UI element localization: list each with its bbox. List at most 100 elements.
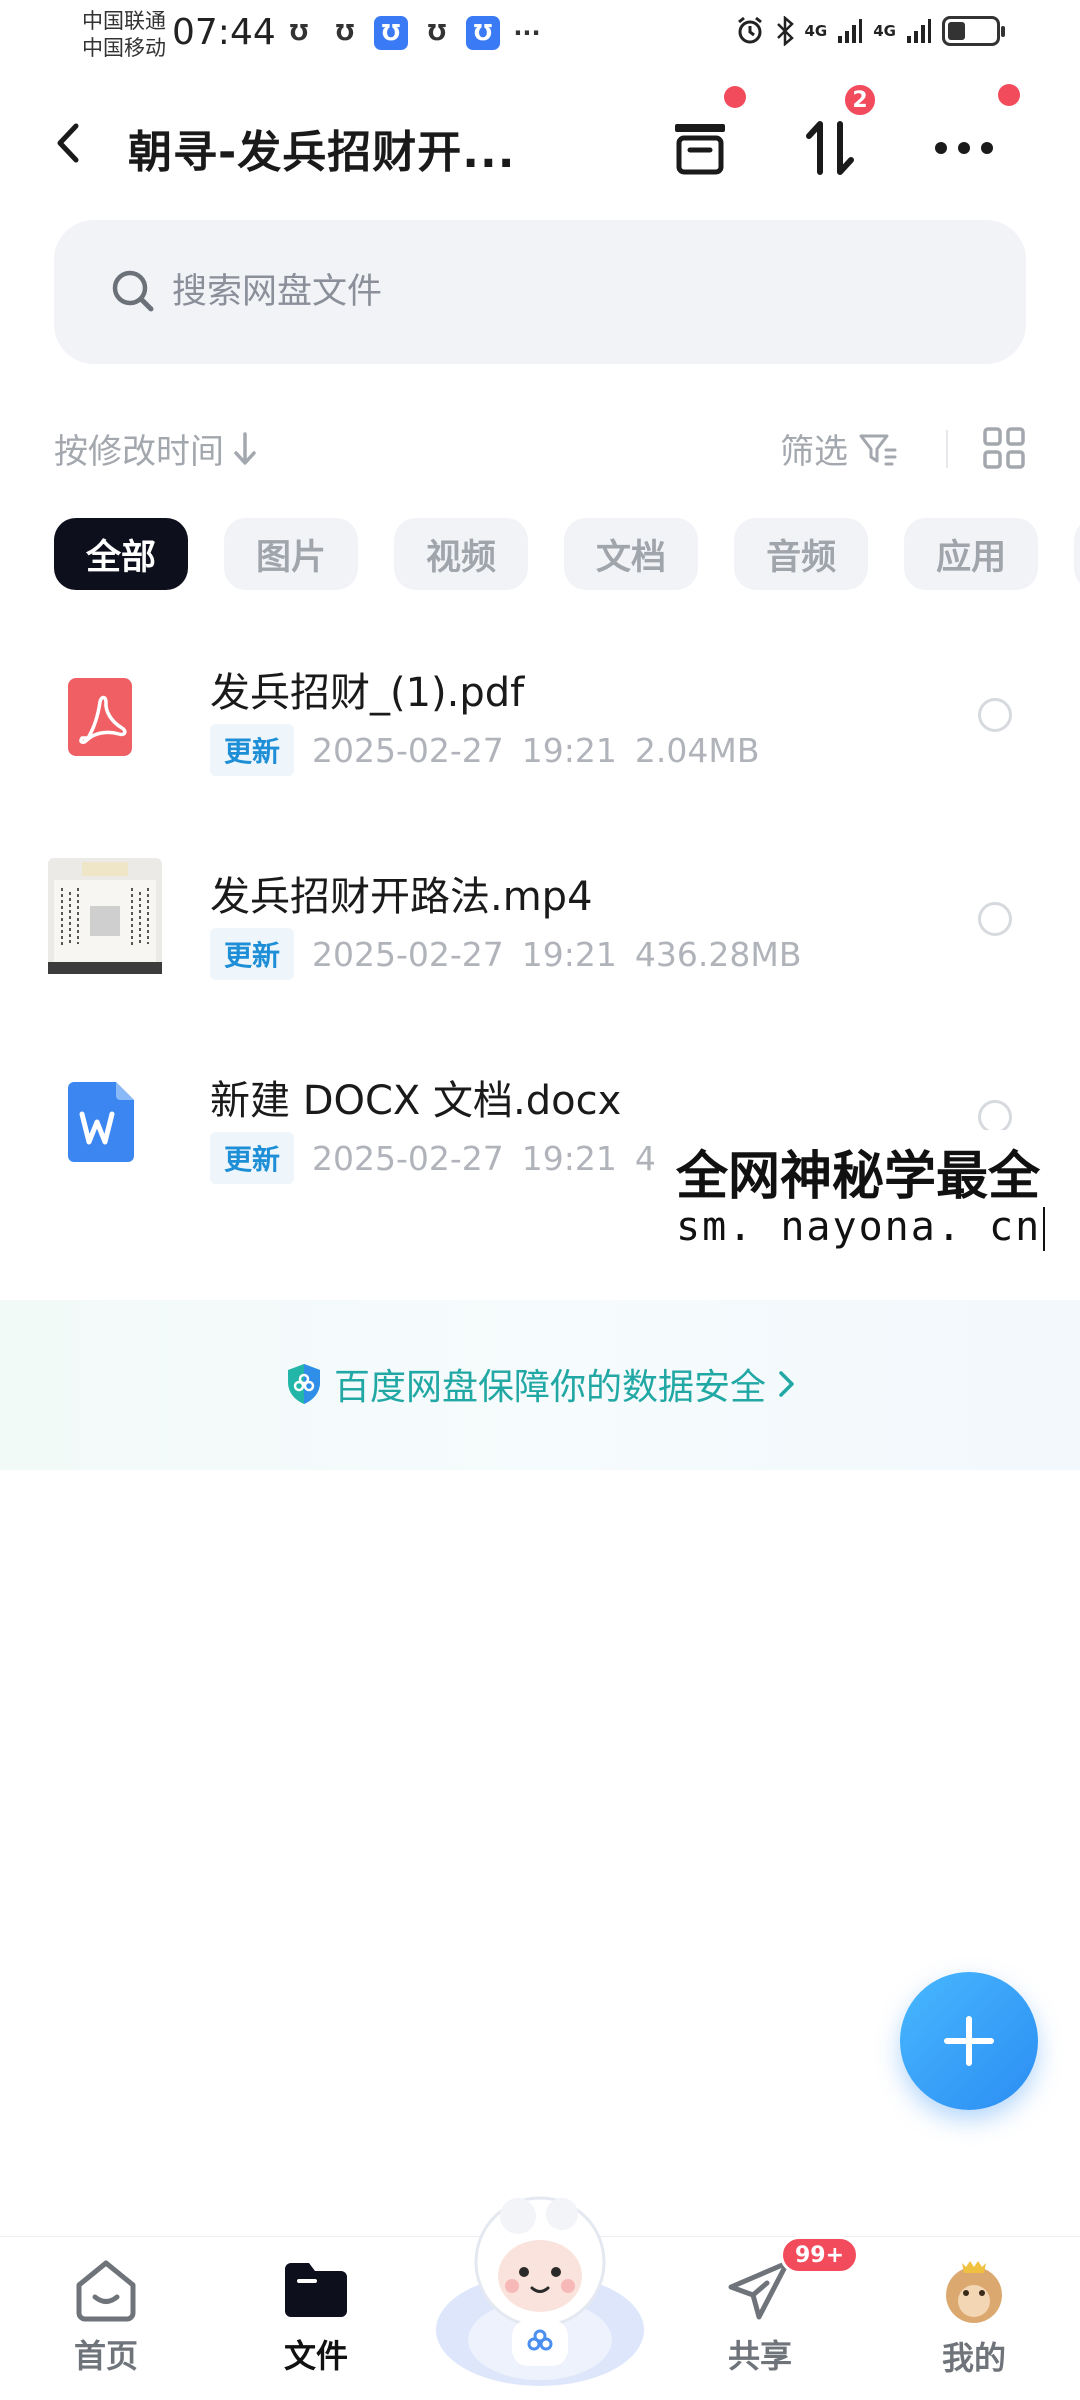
archive-box-icon	[675, 124, 725, 175]
tab-audio[interactable]: 音频	[734, 518, 869, 590]
tab-apps[interactable]: 应用	[904, 518, 1039, 590]
nav-share[interactable]: 共享	[690, 2257, 830, 2377]
back-button[interactable]	[50, 118, 90, 168]
file-row[interactable]: 发兵招财_(1).pdf 更新 2025-02-27 19:21 2.04MB	[0, 640, 1080, 810]
sort-filter-row: 按修改时间 筛选	[0, 420, 1080, 480]
share-count-badge: 99+	[780, 2236, 860, 2274]
tab-images[interactable]: 图片	[224, 518, 359, 590]
archive-red-dot	[724, 86, 746, 108]
transfer-button[interactable]	[790, 108, 870, 188]
filter-label: 筛选	[780, 432, 848, 472]
mascot-icon	[436, 2196, 644, 2386]
file-name: 发兵招财开路法.mp4	[210, 874, 593, 920]
update-tag: 更新	[210, 928, 295, 980]
filter-icon	[859, 434, 897, 465]
signal-2-label: 4G	[873, 22, 896, 40]
home-icon	[76, 2260, 136, 2322]
file-name: 新建 DOCX 文档.docx	[210, 1078, 622, 1124]
alarm-icon	[737, 16, 762, 44]
update-tag: 更新	[210, 1132, 295, 1184]
nav-home[interactable]: 首页	[36, 2257, 176, 2377]
clock: 07:44	[172, 12, 276, 53]
pdf-icon	[66, 676, 138, 764]
search-bar[interactable]	[54, 220, 1026, 364]
chevron-right-icon	[779, 1371, 794, 1397]
shield-icon	[287, 1364, 320, 1404]
watermark-url: sm. nayona. cn	[676, 1204, 1042, 1250]
system-icons: 4G 4G	[735, 16, 1005, 46]
file-date: 2025-02-27	[312, 1138, 504, 1178]
notif-u-icon: ℧	[289, 20, 309, 46]
grid-view-button[interactable]	[982, 426, 1026, 474]
category-tabs: 全部 图片 视频 文档 音频 应用	[54, 518, 1080, 590]
carrier-2: 中国移动	[82, 36, 166, 60]
tab-videos[interactable]: 视频	[394, 518, 529, 590]
nav-home-label: 首页	[73, 2337, 138, 2375]
notif-u-blue-icon: ℧	[374, 16, 408, 50]
mascot-assistant-button[interactable]	[432, 2180, 648, 2390]
file-date: 2025-02-27	[312, 730, 504, 770]
grid-view-icon	[983, 427, 1025, 469]
more-options-button[interactable]	[924, 108, 1004, 188]
file-meta: 更新 2025-02-27 19:21 436.28MB	[210, 928, 802, 980]
status-bar: 中国联通 中国移动 07:44 ℧ ℧ ℧ ℧ ℧ ··· 4G 4G	[0, 0, 1080, 70]
notif-u-blue-icon: ℧	[466, 16, 500, 50]
notification-icons: ℧ ℧ ℧ ℧ ℧ ···	[282, 16, 542, 50]
nav-files[interactable]: 文件	[246, 2257, 386, 2377]
more-dots-icon: ···	[513, 19, 541, 47]
select-radio[interactable]	[978, 1100, 1012, 1134]
nav-share-label: 共享	[727, 2337, 792, 2375]
select-radio[interactable]	[978, 698, 1012, 732]
watermark-line-1: 全网神秘学最全	[676, 1147, 1041, 1207]
watermark-line-2: sm. nayona. cn	[676, 1204, 1046, 1251]
archive-button[interactable]	[660, 108, 740, 188]
nav-mine-label: 我的	[941, 2339, 1006, 2377]
more-red-dot	[998, 84, 1020, 106]
bluetooth-icon	[776, 16, 794, 46]
watermark-overlay: 全网神秘学最全 sm. nayona. cn	[668, 1130, 1080, 1260]
more-horizontal-icon	[935, 142, 993, 154]
sort-button[interactable]: 按修改时间	[54, 424, 258, 473]
transfer-arrows-icon	[806, 121, 854, 175]
video-thumbnail	[48, 858, 162, 978]
search-icon	[112, 270, 154, 312]
add-button[interactable]	[900, 1972, 1038, 2110]
search-input[interactable]	[172, 220, 972, 364]
file-size: 436.28MB	[634, 934, 802, 974]
top-app-bar: 朝寻-发兵招财开... 2	[0, 82, 1080, 200]
security-banner: 百度网盘保障你的数据安全	[0, 1300, 1080, 1470]
select-radio[interactable]	[978, 902, 1012, 936]
battery-level	[948, 22, 965, 40]
file-row[interactable]: 发兵招财开路法.mp4 更新 2025-02-27 19:21 436.28MB	[0, 844, 1080, 1014]
sort-label: 按修改时间	[54, 432, 224, 472]
file-time: 19:21	[521, 730, 617, 770]
toolbar-divider	[946, 430, 948, 468]
signal-1-icon	[838, 19, 863, 43]
signal-2-icon	[907, 19, 931, 43]
file-time: 19:21	[521, 1138, 617, 1178]
file-name: 发兵招财_(1).pdf	[210, 670, 525, 716]
chevron-left-icon	[57, 123, 79, 163]
transfer-count-badge: 2	[842, 82, 878, 118]
avatar-icon	[946, 2261, 1002, 2323]
carrier-1: 中国联通	[82, 9, 166, 33]
nav-files-label: 文件	[283, 2337, 348, 2375]
filter-button[interactable]: 筛选	[780, 424, 898, 473]
file-size: 4	[634, 1138, 656, 1178]
plus-icon	[944, 2016, 994, 2066]
signal-1-label: 4G	[804, 22, 828, 40]
notif-u-icon: ℧	[335, 20, 355, 46]
carrier-names: 中国联通 中国移动	[82, 8, 166, 62]
word-icon	[66, 1080, 138, 1168]
file-date: 2025-02-27	[312, 934, 504, 974]
file-meta: 更新 2025-02-27 19:21 4	[210, 1132, 656, 1184]
tab-more[interactable]	[1074, 518, 1080, 590]
tab-documents[interactable]: 文档	[564, 518, 699, 590]
file-size: 2.04MB	[634, 730, 760, 770]
nav-mine[interactable]: 我的	[904, 2257, 1044, 2379]
folder-icon	[285, 2263, 347, 2317]
page-title: 朝寻-发兵招财开...	[128, 127, 516, 178]
text-caret	[1043, 1207, 1046, 1251]
tab-all[interactable]: 全部	[54, 518, 189, 590]
security-link[interactable]: 百度网盘保障你的数据安全	[0, 1358, 1080, 1410]
